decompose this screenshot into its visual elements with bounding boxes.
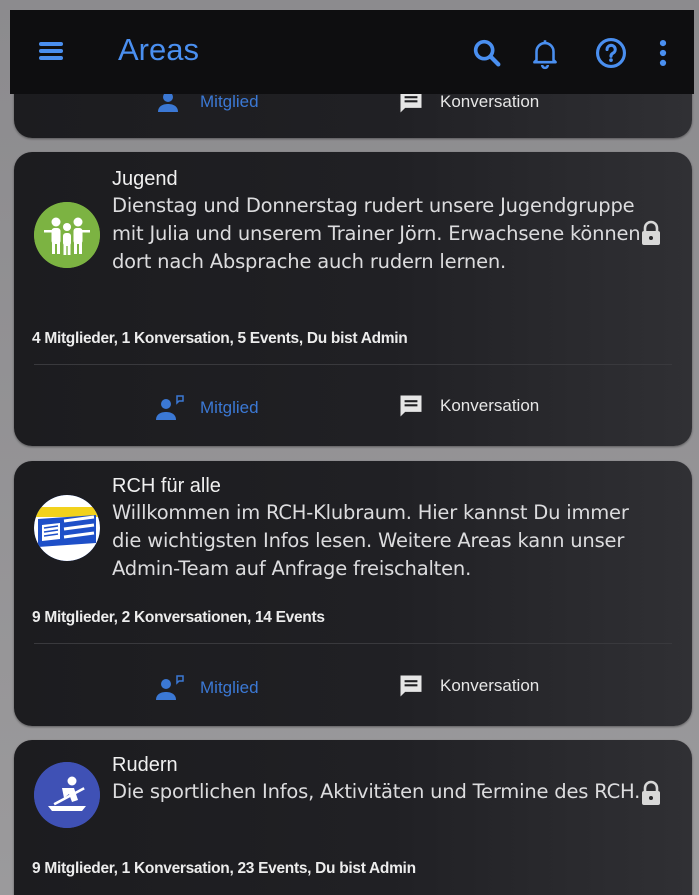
divider (34, 364, 672, 365)
member-label: Mitglied (200, 398, 259, 417)
conversation-button[interactable]: Konversation (394, 672, 539, 700)
rowing-icon (34, 762, 100, 828)
member-button[interactable]: Mitglied (154, 674, 259, 702)
lock-icon (640, 220, 662, 246)
area-description: Willkommen im RCH-Klubraum. Hier kannst … (112, 501, 629, 580)
page-title: Areas (118, 32, 199, 67)
area-card-rudern[interactable]: Rudern Die sportlichen Infos, Aktivitäte… (14, 740, 692, 895)
search-icon[interactable] (470, 36, 504, 70)
member-label: Mitglied (200, 92, 259, 111)
conversation-label: Konversation (440, 676, 540, 695)
member-button[interactable]: Mitglied (154, 394, 259, 422)
person-add-icon (154, 394, 188, 422)
app-bar: Areas (10, 10, 694, 94)
area-description: Dienstag und Donnerstag rudert unsere Ju… (112, 194, 641, 273)
bell-icon[interactable] (528, 36, 562, 70)
area-stats: 9 Mitglieder, 2 Konversationen, 14 Event… (32, 609, 325, 626)
conversation-button[interactable]: Konversation (394, 392, 539, 420)
area-title: RCH für alle (112, 475, 221, 497)
conversation-label: Konversation (440, 396, 540, 415)
divider (34, 643, 672, 644)
person-add-icon (154, 674, 188, 702)
club-flag-icon (34, 495, 100, 561)
area-stats: 4 Mitglieder, 1 Konversation, 5 Events, … (32, 330, 408, 347)
area-card-rch-fuer-alle[interactable]: RCH für alle Willkommen im RCH-Klubraum.… (14, 461, 692, 726)
area-title: Jugend (112, 168, 178, 190)
help-icon[interactable] (594, 36, 628, 70)
chat-icon (394, 392, 428, 420)
menu-icon[interactable] (36, 36, 66, 66)
area-stats: 9 Mitglieder, 1 Konversation, 23 Events,… (32, 860, 416, 877)
conversation-label: Konversation (440, 92, 540, 111)
area-description: Die sportlichen Infos, Aktivitäten und T… (112, 780, 641, 803)
group-people-icon (34, 202, 100, 268)
area-card-jugend[interactable]: Jugend Dienstag und Donnerstag rudert un… (14, 152, 692, 446)
member-label: Mitglied (200, 678, 259, 697)
lock-icon (640, 780, 662, 806)
more-vert-icon[interactable] (656, 36, 670, 70)
area-title: Rudern (112, 754, 178, 776)
chat-icon (394, 672, 428, 700)
